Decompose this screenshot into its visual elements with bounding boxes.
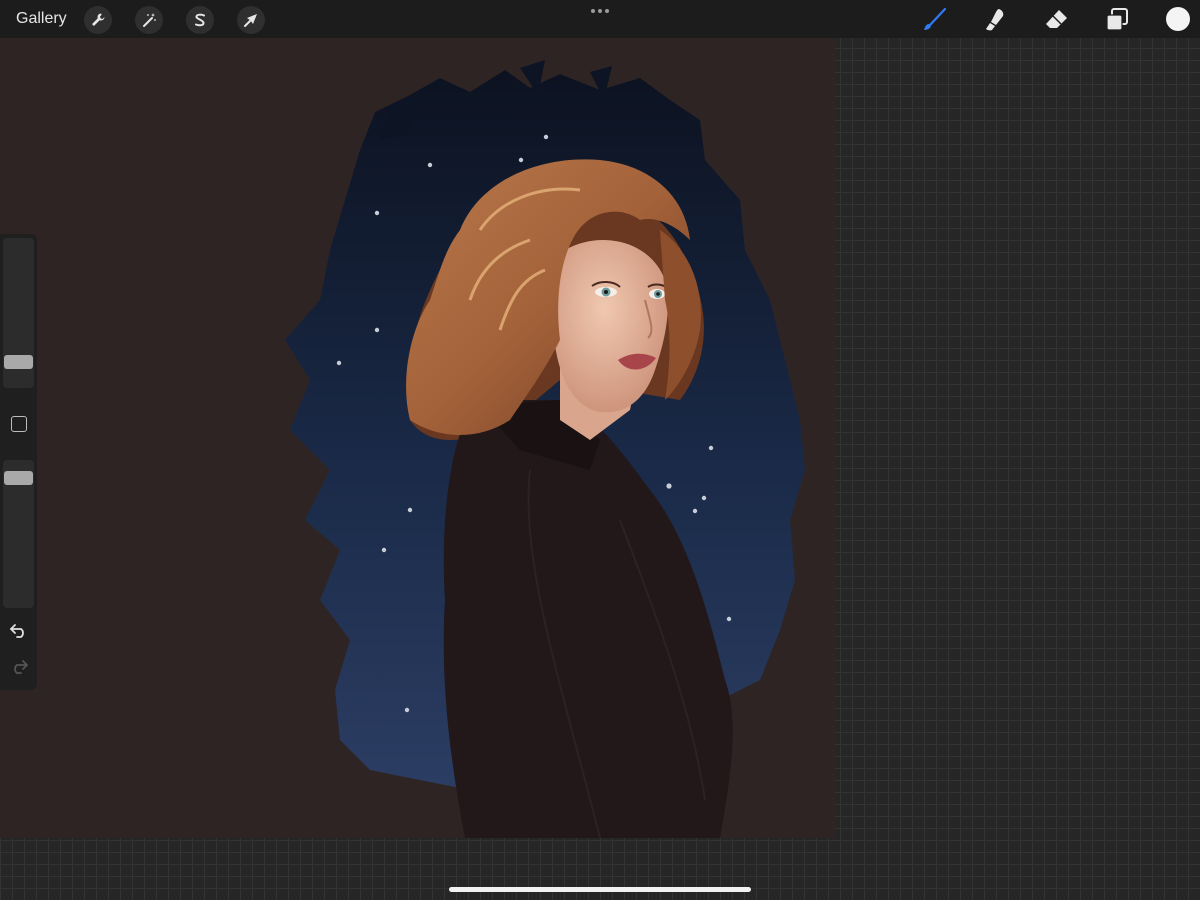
gallery-button[interactable]: Gallery xyxy=(16,10,67,28)
modify-button[interactable] xyxy=(11,416,27,432)
undo-icon[interactable] xyxy=(9,622,29,638)
drawing-canvas[interactable] xyxy=(0,38,835,838)
brush-size-slider[interactable] xyxy=(3,238,34,388)
color-picker-swatch[interactable] xyxy=(1166,7,1190,31)
smudge-tool-button[interactable] xyxy=(980,6,1008,34)
more-dots-icon[interactable] xyxy=(589,5,611,17)
magic-wand-icon xyxy=(143,13,156,27)
eraser-icon xyxy=(1046,10,1067,28)
top-toolbar: Gallery xyxy=(0,0,1200,38)
home-indicator[interactable] xyxy=(449,887,751,892)
opacity-slider[interactable] xyxy=(3,460,34,608)
wrench-icon xyxy=(92,13,105,26)
transform-button[interactable] xyxy=(237,6,265,34)
brush-icon xyxy=(924,7,947,30)
layers-button[interactable] xyxy=(1103,6,1131,34)
left-sidebar xyxy=(0,234,37,690)
layers-icon xyxy=(1106,8,1128,31)
eraser-tool-button[interactable] xyxy=(1042,6,1070,34)
adjustments-button[interactable] xyxy=(135,6,163,34)
redo-icon[interactable] xyxy=(9,658,29,674)
brush-tool-button[interactable] xyxy=(920,6,948,34)
portrait-artwork xyxy=(285,60,805,838)
selection-s-icon xyxy=(195,13,205,27)
actions-button[interactable] xyxy=(84,6,112,34)
arrow-transform-icon xyxy=(244,14,257,27)
brush-size-thumb[interactable] xyxy=(4,355,33,369)
smudge-icon xyxy=(986,9,1004,31)
selection-button[interactable] xyxy=(186,6,214,34)
opacity-thumb[interactable] xyxy=(4,471,33,485)
